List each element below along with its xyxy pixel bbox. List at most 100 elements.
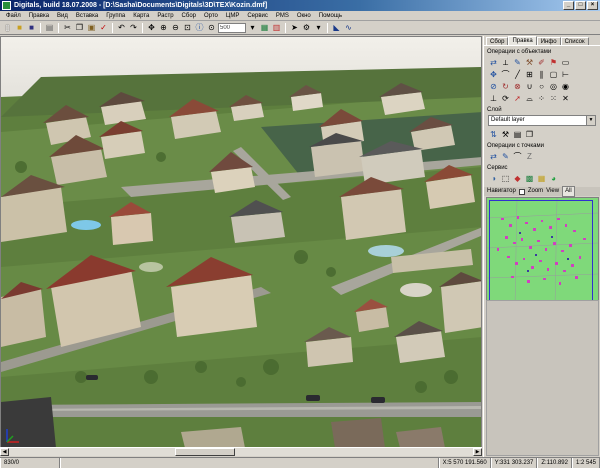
hammer-icon[interactable]: ⚒ <box>524 57 535 68</box>
redo-icon[interactable]: ↷ <box>128 22 139 33</box>
ortho-icon[interactable]: ◕ <box>548 173 559 184</box>
merge-icon[interactable]: ⊞ <box>524 69 535 80</box>
minimize-button[interactable]: _ <box>563 1 574 10</box>
paste-icon[interactable]: ▣ <box>86 22 97 33</box>
navigator-minimap[interactable] <box>486 197 599 307</box>
navigator-zoom-checkbox[interactable] <box>518 188 525 195</box>
object-settings-icon[interactable]: ⚙ <box>301 22 312 33</box>
layer-settings-icon[interactable]: ▤ <box>512 129 523 140</box>
tab-list[interactable]: Список <box>560 37 589 45</box>
point-curve-icon[interactable]: ⌒ <box>512 151 523 162</box>
open-folder-icon[interactable]: ■ <box>14 22 25 33</box>
scroll-left-arrow-icon[interactable]: ◀ <box>0 448 9 456</box>
brush-icon[interactable]: ✐ <box>536 57 547 68</box>
close-button[interactable]: × <box>587 1 598 10</box>
ring-icon[interactable]: ◎ <box>548 81 559 92</box>
menu-raster[interactable]: Растр <box>153 11 177 21</box>
navigator-view-button[interactable]: View <box>546 187 559 196</box>
rectangle-icon[interactable]: ▭ <box>560 57 571 68</box>
layer-copy-icon[interactable]: ❐ <box>524 129 535 140</box>
pan-icon[interactable]: ✥ <box>146 22 157 33</box>
node-icon[interactable]: ◉ <box>560 81 571 92</box>
fillet-icon[interactable]: ⌓ <box>524 93 535 104</box>
orient-icon[interactable]: ⟳ <box>500 93 511 104</box>
scatter-icon[interactable]: ⁙ <box>548 93 559 104</box>
grid-icon[interactable]: ▥ <box>271 22 282 33</box>
layers-icon[interactable]: ▦ <box>259 22 270 33</box>
extend-icon[interactable]: ⊢ <box>560 69 571 80</box>
layer-move-icon[interactable]: ⇅ <box>488 129 499 140</box>
zoom-in-icon[interactable]: ⊕ <box>158 22 169 33</box>
menu-file[interactable]: Файл <box>2 11 25 21</box>
tab-collect[interactable]: Сбор <box>486 37 509 45</box>
maximize-button[interactable]: □ <box>575 1 586 10</box>
print-icon[interactable]: ▤ <box>44 22 55 33</box>
menu-dem[interactable]: ЦМР <box>222 11 243 21</box>
navigator-view-frame[interactable] <box>489 200 593 302</box>
cut-icon[interactable]: ✂ <box>62 22 73 33</box>
layer-tool-icon[interactable]: ⚒ <box>500 129 511 140</box>
zoom-out-icon[interactable]: ⊖ <box>170 22 181 33</box>
color-swatch-icon[interactable]: ▦ <box>536 173 547 184</box>
route-icon[interactable]: ⚑ <box>548 57 559 68</box>
save-icon[interactable]: ■ <box>26 22 37 33</box>
zoom-input[interactable] <box>218 22 246 33</box>
scroll-thumb[interactable] <box>175 448 235 456</box>
select-icon[interactable]: ⬚ <box>500 173 511 184</box>
arrow-icon[interactable]: ➚ <box>512 93 523 104</box>
delete-icon[interactable]: ✕ <box>560 93 571 104</box>
select-arrow-icon[interactable]: ➤ <box>289 22 300 33</box>
color-palette-icon[interactable]: ▩ <box>524 173 535 184</box>
menu-help[interactable]: Помощь <box>315 11 346 21</box>
shape-icon[interactable]: ⌒ <box>500 69 511 80</box>
point-edit-icon[interactable]: ✎ <box>500 151 511 162</box>
point-z-icon[interactable]: Z <box>524 151 535 162</box>
menu-edit[interactable]: Правка <box>25 11 53 21</box>
point-swap-icon[interactable]: ⇄ <box>488 151 499 162</box>
measure-icon[interactable]: ⊙ <box>206 22 217 33</box>
undo-icon[interactable]: ↶ <box>116 22 127 33</box>
layer-select[interactable]: Default layer ▼ <box>488 115 596 126</box>
menu-ortho[interactable]: Орто <box>200 11 222 21</box>
globe-icon[interactable]: ◑ <box>488 173 499 184</box>
navigator-all-button[interactable]: All <box>562 186 575 197</box>
map-3d-viewport[interactable] <box>0 36 482 456</box>
scale-dropdown-icon[interactable]: ▾ <box>247 22 258 33</box>
info-icon[interactable]: ⓘ <box>194 22 205 33</box>
tab-info[interactable]: Инфо <box>536 37 561 45</box>
rotate-icon[interactable]: ↻ <box>500 81 511 92</box>
intersect-icon[interactable]: ⊗ <box>512 81 523 92</box>
map-horizontal-scrollbar[interactable]: ◀ ▶ <box>0 447 482 456</box>
split-icon[interactable]: ⟂ <box>500 57 511 68</box>
scroll-right-arrow-icon[interactable]: ▶ <box>473 448 482 456</box>
compass-icon[interactable]: ⊘ <box>488 81 499 92</box>
new-file-icon[interactable]: ▯ <box>2 22 13 33</box>
menu-insert[interactable]: Вставка <box>72 11 102 21</box>
menu-service[interactable]: Сервис <box>243 11 272 21</box>
check-icon[interactable]: ✓ <box>98 22 109 33</box>
square-select-icon[interactable]: ▢ <box>548 69 559 80</box>
tab-edit[interactable]: Правка <box>508 36 537 45</box>
menu-group[interactable]: Группа <box>102 11 129 21</box>
line-icon[interactable]: ╱ <box>512 69 523 80</box>
cube-icon[interactable]: ◆ <box>512 173 523 184</box>
union-icon[interactable]: ∪ <box>524 81 535 92</box>
parallel-icon[interactable]: ∥ <box>536 69 547 80</box>
edit-vertex-icon[interactable]: ✎ <box>512 57 523 68</box>
dropdown-arrow-icon[interactable]: ▾ <box>313 22 324 33</box>
move-icon[interactable]: ✥ <box>488 69 499 80</box>
align-icon[interactable]: ⊥ <box>488 93 499 104</box>
grid-points-icon[interactable]: ⁘ <box>536 93 547 104</box>
zoom-window-icon[interactable]: ⊡ <box>182 22 193 33</box>
copy-icon[interactable]: ❐ <box>74 22 85 33</box>
circle-icon[interactable]: ○ <box>536 81 547 92</box>
menu-collect[interactable]: Сбор <box>178 11 200 21</box>
draw-line-icon[interactable]: ◣ <box>331 22 342 33</box>
chevron-down-icon[interactable]: ▼ <box>586 116 595 125</box>
menu-map[interactable]: Карта <box>129 11 153 21</box>
swap-icon[interactable]: ⇄ <box>488 57 499 68</box>
draw-curve-icon[interactable]: ∿ <box>343 22 354 33</box>
menu-window[interactable]: Окно <box>293 11 315 21</box>
menu-view[interactable]: Вид <box>53 11 72 21</box>
menu-pms[interactable]: РМS <box>272 11 293 21</box>
